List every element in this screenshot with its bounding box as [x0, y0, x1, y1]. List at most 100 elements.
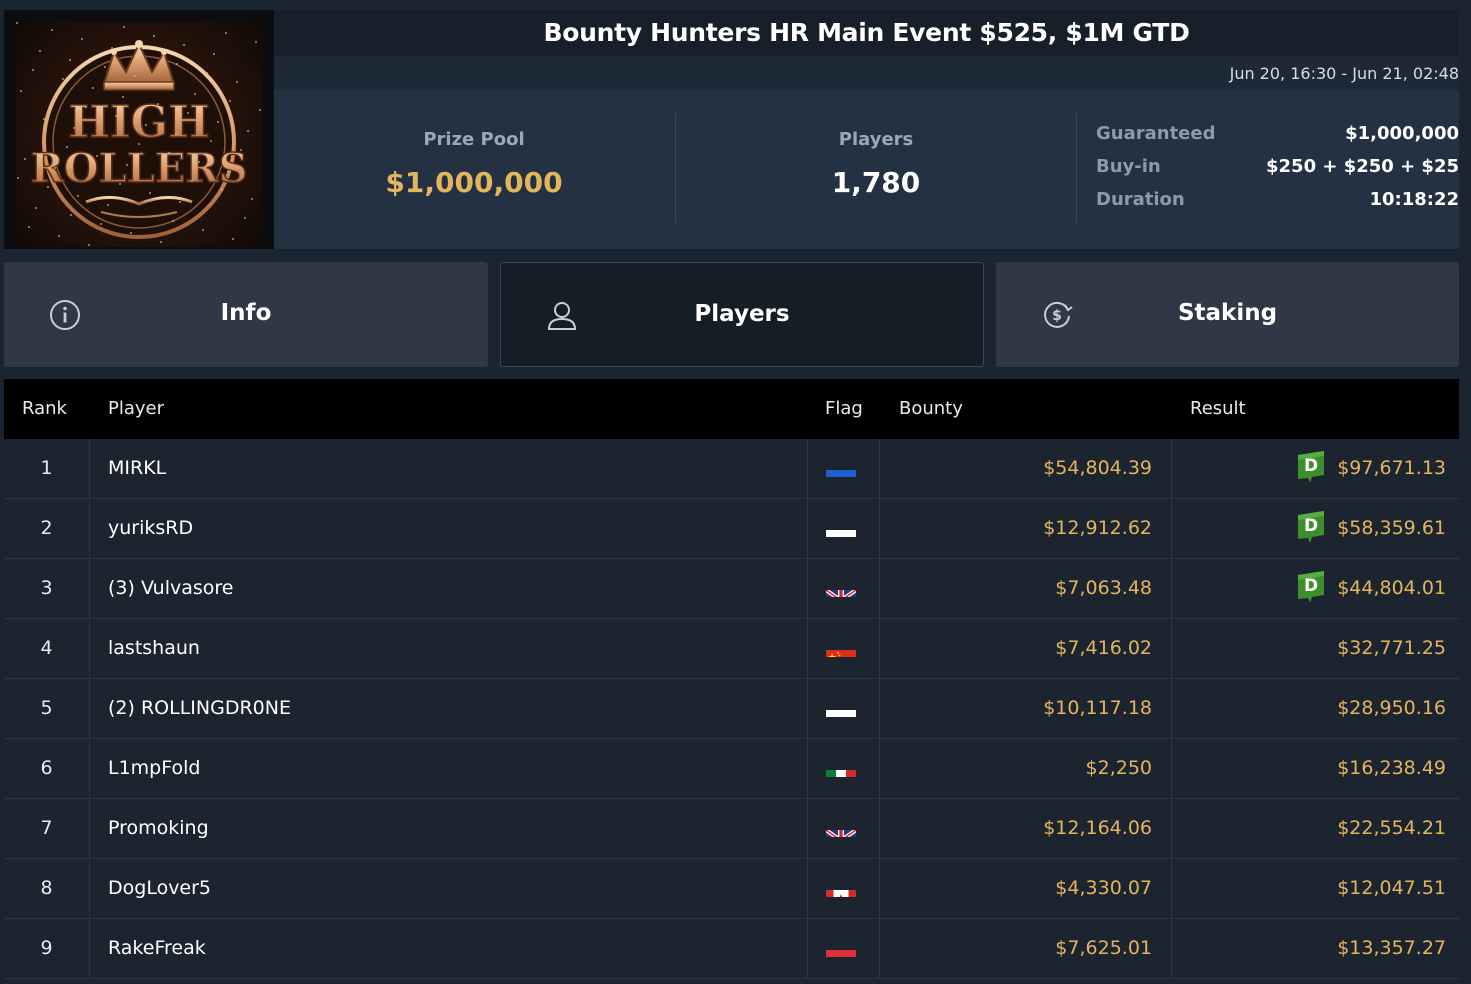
header-flag[interactable]: Flag: [825, 398, 863, 419]
player-name[interactable]: DogLover5: [108, 859, 211, 918]
flag-ru-icon: [826, 516, 856, 537]
result-value: $44,804.01: [1337, 577, 1446, 599]
header-result[interactable]: Result: [1190, 398, 1246, 419]
sparkle-decoration: [160, 241, 162, 243]
sparkle-decoration: [134, 75, 136, 77]
header-bounty[interactable]: Bounty: [899, 398, 963, 419]
bounty-cell: $12,164.06: [880, 799, 1172, 858]
sparkle-decoration: [168, 152, 170, 154]
sparkle-decoration: [73, 127, 75, 129]
sparkle-decoration: [198, 161, 200, 163]
result-cell: $16,238.49: [1172, 739, 1459, 798]
tab-info[interactable]: Info: [4, 262, 488, 367]
sparkle-decoration: [107, 204, 109, 206]
sparkle-decoration: [66, 146, 68, 148]
sparkle-decoration: [96, 155, 98, 157]
sparkle-decoration: [32, 69, 34, 71]
header-rank[interactable]: Rank: [22, 398, 67, 419]
bounty-cell: $10,117.18: [880, 679, 1172, 738]
flag-cell: [807, 739, 880, 798]
svg-text:D: D: [1304, 456, 1318, 476]
table-body: 1 MIRKL $54,804.39 D $97,671.13 2 yuriksRD $12,…: [4, 439, 1459, 979]
tab-players[interactable]: Players: [500, 262, 984, 367]
result-cell: D $97,671.13: [1172, 439, 1459, 498]
player-name[interactable]: MIRKL: [108, 439, 166, 498]
bounty-cell: $7,063.48: [880, 559, 1172, 618]
duration-label: Duration: [1096, 189, 1185, 210]
sparkle-decoration: [255, 41, 257, 43]
flag-cn-icon: [826, 636, 856, 657]
table-row[interactable]: 2 yuriksRD $12,912.62 D $58,359.61: [4, 499, 1459, 559]
sparkle-decoration: [225, 32, 227, 34]
rank-cell: 4: [4, 619, 90, 678]
player-name[interactable]: lastshaun: [108, 619, 200, 678]
flag-cell: [807, 619, 880, 678]
flag-ua-icon: [826, 456, 856, 477]
sparkle-decoration: [179, 201, 181, 203]
sparkle-decoration: [213, 53, 215, 55]
sparkle-decoration: [138, 143, 140, 145]
buyin-label: Buy-in: [1096, 156, 1161, 177]
table-row[interactable]: 7 Promoking $12,164.06 $22,554.21: [4, 799, 1459, 859]
guaranteed-label: Guaranteed: [1096, 123, 1216, 144]
flag-gb-icon: [826, 816, 856, 837]
table-row[interactable]: 6 L1mpFold $2,250 $16,238.49: [4, 739, 1459, 799]
sparkle-decoration: [149, 192, 151, 194]
result-cell: $22,554.21: [1172, 799, 1459, 858]
sparkle-decoration: [259, 109, 261, 111]
result-cell: $28,950.16: [1172, 679, 1459, 738]
players-value: 1,780: [831, 166, 921, 199]
sparkle-decoration: [141, 56, 143, 58]
result-cell: D $58,359.61: [1172, 499, 1459, 558]
sparkle-decoration: [17, 177, 19, 179]
header-player[interactable]: Player: [108, 398, 164, 419]
bounty-cell: $4,330.07: [880, 859, 1172, 918]
flag-cell: [807, 559, 880, 618]
sparkle-decoration: [175, 133, 177, 135]
flag-cell: [807, 799, 880, 858]
tab-staking-label: Staking: [1177, 300, 1278, 326]
sparkle-decoration: [236, 81, 238, 83]
bounty-cell: $54,804.39: [880, 439, 1172, 498]
sparkle-decoration: [81, 38, 83, 40]
sparkle-decoration: [77, 195, 79, 197]
table-row[interactable]: 8 DogLover5 $4,330.07 $12,047.51: [4, 859, 1459, 919]
player-name[interactable]: RakeFreak: [108, 919, 206, 978]
bounty-cell: $7,625.01: [880, 919, 1172, 978]
prize-pool-box: Prize Pool $1,000,000: [274, 113, 674, 223]
sparkle-decoration: [228, 170, 230, 172]
player-name[interactable]: (2) ROLLINGDR0NE: [108, 679, 291, 738]
sparkle-decoration: [16, 22, 18, 24]
player-name[interactable]: L1mpFold: [108, 739, 200, 798]
table-row[interactable]: 5 (2) ROLLINGDR0NE $10,117.18 $28,950.16: [4, 679, 1459, 739]
sparkle-decoration: [122, 96, 124, 98]
sparkle-decoration: [39, 50, 41, 52]
table-row[interactable]: 3 (3) Vulvasore $7,063.48 D $44,804.01: [4, 559, 1459, 619]
tournament-logo: HIGH ROLLERS: [4, 10, 274, 249]
result-cell: $13,357.27: [1172, 919, 1459, 978]
sparkle-decoration: [123, 26, 125, 28]
logo-text-high: HIGH: [68, 97, 209, 148]
high-rollers-logo-image: HIGH ROLLERS: [16, 22, 262, 247]
sparkle-decoration: [119, 183, 121, 185]
sparkle-decoration: [58, 235, 60, 237]
table-row[interactable]: 4 lastshaun $7,416.02 $32,771.25: [4, 619, 1459, 679]
sparkle-decoration: [194, 93, 196, 95]
table-row[interactable]: 1 MIRKL $54,804.39 D $97,671.13: [4, 439, 1459, 499]
player-name[interactable]: Promoking: [108, 799, 209, 858]
result-value: $16,238.49: [1337, 757, 1446, 779]
buyin-row: Buy-in $250 + $250 + $25: [1096, 156, 1459, 189]
flag-mx-icon: [826, 756, 856, 777]
sparkle-decoration: [62, 78, 64, 80]
sparkle-decoration: [164, 84, 166, 86]
d-badge-icon: D: [1298, 450, 1325, 483]
player-name[interactable]: yuriksRD: [108, 499, 193, 558]
sparkle-decoration: [183, 44, 185, 46]
svg-text:D: D: [1304, 576, 1318, 596]
table-row[interactable]: 9 RakeFreak $7,625.01 $13,357.27: [4, 919, 1459, 979]
sparkle-decoration: [247, 130, 249, 132]
tab-staking[interactable]: $ Staking: [996, 262, 1459, 367]
sparkle-decoration: [126, 164, 128, 166]
player-name[interactable]: (3) Vulvasore: [108, 559, 233, 618]
rank-cell: 3: [4, 559, 90, 618]
